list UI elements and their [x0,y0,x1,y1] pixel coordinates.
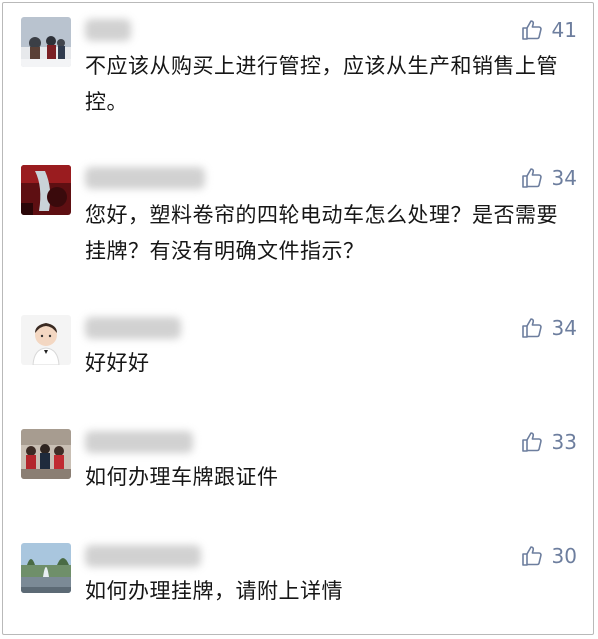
username-blurred[interactable] [85,167,205,189]
thumbs-up-icon [520,544,544,568]
avatar[interactable] [21,543,71,593]
like-count: 34 [551,166,577,190]
thumbs-up-icon [520,166,544,190]
thumbs-up-icon [520,18,544,42]
username-blurred[interactable] [85,545,201,567]
avatar[interactable] [21,17,71,67]
thumbs-up-icon [520,430,544,454]
comment-text: 如何办理挂牌，请附上详情 [85,579,343,603]
like-count: 30 [551,544,577,568]
comment-text: 不应该从购买上进行管控，应该从生产和销售上管控。 [85,54,558,114]
comment-text: 您好，塑料卷帘的四轮电动车怎么处理？是否需要挂牌？有没有明确文件指示？ [85,203,558,263]
like-count: 34 [551,316,577,340]
thumbs-up-icon [520,316,544,340]
avatar[interactable] [21,165,71,215]
username-blurred[interactable] [85,19,131,41]
comment-text: 如何办理车牌跟证件 [85,465,279,489]
like-button[interactable]: 33 [520,428,577,456]
like-button[interactable]: 34 [520,314,577,342]
like-button[interactable]: 41 [520,16,577,44]
comment-text: 好好好 [85,351,150,375]
username-blurred[interactable] [85,431,193,453]
like-count: 41 [551,18,577,42]
like-button[interactable]: 34 [520,164,577,192]
username-blurred[interactable] [85,317,181,339]
avatar[interactable] [21,315,71,365]
like-count: 33 [551,430,577,454]
like-button[interactable]: 30 [520,542,577,570]
avatar[interactable] [21,429,71,479]
comments-panel: 41 不应该从购买上进行管控，应该从生产和销售上管控。 34 您好，塑料卷帘的四… [2,2,594,635]
